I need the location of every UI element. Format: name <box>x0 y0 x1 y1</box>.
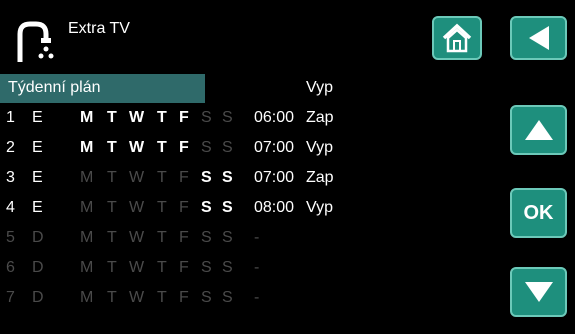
day-indicator: T <box>107 139 117 156</box>
row-number: 1 <box>6 109 15 126</box>
day-indicator: T <box>157 169 167 186</box>
row-time: - <box>254 289 260 306</box>
schedule-row[interactable]: 5DMTWTFSS- <box>0 223 360 253</box>
home-icon <box>442 23 472 53</box>
day-indicator: S <box>201 199 212 216</box>
row-mode: D <box>32 259 44 276</box>
ok-button-label: OK <box>523 201 554 224</box>
faucet-hot-water-icon <box>14 20 60 64</box>
row-time: - <box>254 259 260 276</box>
page-title: Extra TV <box>68 20 130 37</box>
day-indicator: W <box>129 109 145 126</box>
down-arrow-icon <box>524 282 553 302</box>
day-indicator: S <box>201 289 212 306</box>
scroll-down-button[interactable] <box>510 267 567 317</box>
day-indicator: S <box>201 169 212 186</box>
day-indicator: M <box>80 229 94 246</box>
row-time: 06:00 <box>254 109 295 126</box>
row-status: Zap <box>306 109 334 126</box>
row-mode: E <box>32 139 43 156</box>
day-indicator: T <box>157 259 167 276</box>
row-mode: D <box>32 229 44 246</box>
day-indicator: T <box>107 259 117 276</box>
day-indicator: W <box>129 169 145 186</box>
day-indicator: F <box>179 139 189 156</box>
day-indicator: M <box>80 289 94 306</box>
day-indicator: W <box>129 289 145 306</box>
row-time: - <box>254 229 260 246</box>
day-indicator: S <box>222 139 233 156</box>
row-number: 6 <box>6 259 15 276</box>
row-number: 7 <box>6 289 15 306</box>
row-number: 4 <box>6 199 15 216</box>
day-indicator: S <box>201 229 212 246</box>
day-indicator: W <box>129 229 145 246</box>
day-indicator: T <box>157 229 167 246</box>
day-indicator: W <box>129 199 145 216</box>
ok-button[interactable]: OK <box>510 188 567 238</box>
day-indicator: S <box>222 259 233 276</box>
day-indicator: T <box>107 289 117 306</box>
schedule-row[interactable]: 3 E M T W T F S S 07:00 Zap <box>0 163 360 193</box>
schedule-row[interactable]: 7DMTWTFSS- <box>0 283 360 313</box>
row-mode: E <box>32 109 43 126</box>
row-status: Vyp <box>306 139 333 156</box>
schedule-row[interactable]: 1 E M T W T F S S 06:00 Zap <box>0 103 360 133</box>
back-arrow-icon <box>528 26 549 50</box>
day-indicator: T <box>107 109 117 126</box>
schedule-row[interactable]: 4 E M T W T F S S 08:00 Vyp <box>0 193 360 223</box>
back-button[interactable] <box>510 16 567 60</box>
day-indicator: T <box>157 109 167 126</box>
row-mode: E <box>32 169 43 186</box>
day-indicator: T <box>107 169 117 186</box>
day-indicator: F <box>179 229 189 246</box>
row-number: 3 <box>6 169 15 186</box>
day-indicator: M <box>80 199 94 216</box>
day-indicator: W <box>129 139 145 156</box>
row-number: 2 <box>6 139 15 156</box>
day-indicator: S <box>222 109 233 126</box>
day-indicator: T <box>157 289 167 306</box>
schedule-header-status: Vyp <box>306 79 333 96</box>
day-indicator: M <box>80 109 94 126</box>
day-indicator: S <box>201 109 212 126</box>
day-indicator: S <box>222 289 233 306</box>
day-indicator: M <box>80 169 94 186</box>
row-time: 07:00 <box>254 169 295 186</box>
day-indicator: S <box>201 259 212 276</box>
day-indicator: F <box>179 259 189 276</box>
row-time: 07:00 <box>254 139 295 156</box>
row-time: 08:00 <box>254 199 295 216</box>
day-indicator: S <box>222 169 233 186</box>
day-indicator: M <box>80 259 94 276</box>
up-arrow-icon <box>524 120 553 140</box>
day-indicator: S <box>222 229 233 246</box>
day-indicator: T <box>157 199 167 216</box>
row-status: Zap <box>306 169 334 186</box>
day-indicator: F <box>179 169 189 186</box>
day-indicator: T <box>157 139 167 156</box>
schedule-row[interactable]: 2 E M T W T F S S 07:00 Vyp <box>0 133 360 163</box>
row-mode: E <box>32 199 43 216</box>
schedule-header-label: Týdenní plán <box>8 79 101 96</box>
row-status: Vyp <box>306 199 333 216</box>
day-indicator: F <box>179 199 189 216</box>
row-mode: D <box>32 289 44 306</box>
day-indicator: W <box>129 259 145 276</box>
day-indicator: T <box>107 229 117 246</box>
row-number: 5 <box>6 229 15 246</box>
day-indicator: S <box>222 199 233 216</box>
home-button[interactable] <box>432 16 482 60</box>
day-indicator: M <box>80 139 94 156</box>
scroll-up-button[interactable] <box>510 105 567 155</box>
schedule-row[interactable]: 6DMTWTFSS- <box>0 253 360 283</box>
day-indicator: F <box>179 109 189 126</box>
day-indicator: F <box>179 289 189 306</box>
day-indicator: S <box>201 139 212 156</box>
day-indicator: T <box>107 199 117 216</box>
